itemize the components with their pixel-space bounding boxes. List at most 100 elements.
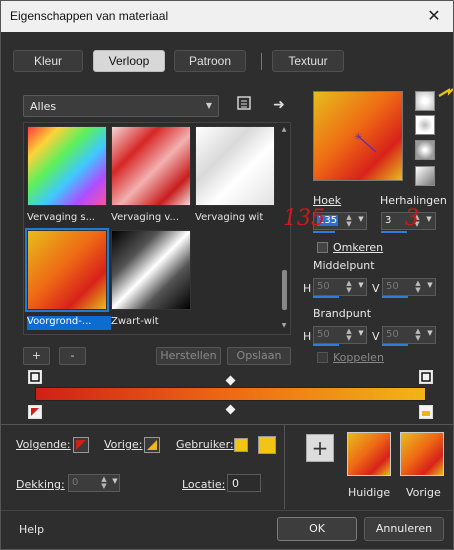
angle-handle-icon: ✳ <box>354 132 377 153</box>
chevron-down-icon[interactable]: ▼ <box>425 329 435 337</box>
prev-color-swatch[interactable] <box>144 437 160 453</box>
spin-arrows-icon[interactable]: ▲ ▼ <box>344 214 354 228</box>
tab-verloop[interactable]: Verloop <box>93 50 165 72</box>
pointer-arrow-icon <box>437 87 454 99</box>
spin-arrows-icon[interactable]: ▲ ▼ <box>413 280 423 294</box>
center-v-slider[interactable] <box>382 296 408 298</box>
repeats-annotation: 3 <box>405 206 419 231</box>
angle-annotation: 135 <box>283 206 325 231</box>
chevron-down-icon[interactable]: ▼ <box>424 215 434 223</box>
chevron-down-icon[interactable]: ▼ <box>356 281 366 289</box>
center-v-value: 50 <box>386 281 399 292</box>
tab-patroon[interactable]: Patroon <box>174 50 246 72</box>
scroll-thumb[interactable] <box>282 270 287 310</box>
opacity-midpoint-marker[interactable] <box>225 375 236 386</box>
top-left-opacity-stop[interactable] <box>28 370 42 384</box>
gradient-gallery: Vervaging s... Vervaging v... Vervaging … <box>23 122 291 335</box>
gallery-caption: Vervaging v... <box>111 212 180 223</box>
save-gradient-button[interactable]: Opslaan <box>227 347 291 365</box>
invert-checkbox[interactable] <box>317 242 328 253</box>
focal-h-spinner[interactable]: 50 ▲ ▼ ▼ <box>313 326 367 344</box>
gradient-preview[interactable]: ✳ <box>313 91 403 181</box>
prev-label: Vorige: <box>104 438 143 451</box>
spin-arrows-icon[interactable]: ▲ ▼ <box>344 280 354 294</box>
footer-divider <box>1 510 453 511</box>
user-color-swatch[interactable] <box>258 436 276 454</box>
center-label: Middelpunt <box>313 259 375 272</box>
top-right-opacity-stop[interactable] <box>419 370 433 384</box>
gradient-thumbnail <box>25 228 109 312</box>
left-color-stop[interactable] <box>28 405 42 419</box>
user-label: Gebruiker: <box>176 438 234 451</box>
link-checkbox[interactable] <box>317 352 328 363</box>
chevron-down-icon[interactable]: ▼ <box>110 477 120 485</box>
help-link[interactable]: Help <box>19 523 44 536</box>
title-bar: Eigenschappen van materiaal ✕ <box>1 1 453 32</box>
location-value: 0 <box>232 477 239 490</box>
focal-v-label: V <box>372 330 380 343</box>
angle-slider[interactable] <box>313 231 335 233</box>
gallery-caption: Vervaging wit <box>195 212 264 223</box>
location-input[interactable]: 0 <box>227 474 261 492</box>
spin-arrows-icon[interactable]: ▲ ▼ <box>344 328 354 342</box>
current-label: Huidige <box>348 486 391 499</box>
section-divider-vertical <box>284 425 285 509</box>
linear-style-button[interactable] <box>415 91 435 111</box>
scroll-up-icon[interactable]: ▲ <box>280 126 288 133</box>
opacity-spinner[interactable]: 0 ▲ ▼ ▼ <box>68 474 120 492</box>
gallery-item-vervaging-wit[interactable]: Vervaging wit <box>195 126 275 223</box>
rectangular-style-button[interactable] <box>415 115 435 135</box>
spin-arrows-icon[interactable]: ▲ ▼ <box>99 476 109 490</box>
gallery-item-voorgrond[interactable]: Voorgrond-... <box>25 228 111 330</box>
center-h-spinner[interactable]: 50 ▲ ▼ ▼ <box>313 278 367 296</box>
next-color-swatch[interactable] <box>73 437 89 453</box>
right-color-stop[interactable] <box>419 405 433 419</box>
focal-h-label: H <box>303 330 312 343</box>
reset-button[interactable]: Herstellen <box>156 347 221 365</box>
chevron-down-icon[interactable]: ▼ <box>356 215 366 223</box>
opacity-label: Dekking: <box>16 478 65 491</box>
gallery-item-vervaging-s[interactable]: Vervaging s... <box>27 126 107 223</box>
window-title: Eigenschappen van materiaal <box>10 9 169 23</box>
opacity-value: 0 <box>72 477 79 488</box>
repeats-slider[interactable] <box>381 231 407 233</box>
gradient-thumbnail <box>195 126 275 206</box>
center-v-spinner[interactable]: 50 ▲ ▼ ▼ <box>382 278 436 296</box>
section-divider <box>1 424 453 425</box>
tab-kleur[interactable]: Kleur <box>13 50 83 72</box>
next-label: Volgende: <box>16 438 71 451</box>
gallery-item-zwart-wit[interactable]: Zwart-wit <box>111 230 191 327</box>
chevron-down-icon[interactable]: ▼ <box>425 281 435 289</box>
center-h-value: 50 <box>317 281 330 292</box>
chevron-down-icon[interactable]: ▼ <box>356 329 366 337</box>
sunburst-style-button[interactable] <box>415 140 435 160</box>
cancel-button[interactable]: Annuleren <box>364 517 444 541</box>
focal-v-slider[interactable] <box>382 344 408 346</box>
user-color-small[interactable] <box>234 438 248 452</box>
radial-style-button[interactable] <box>415 166 435 186</box>
focal-h-value: 50 <box>317 329 330 340</box>
spin-arrows-icon[interactable]: ▲ ▼ <box>413 328 423 342</box>
gallery-item-vervaging-v[interactable]: Vervaging v... <box>111 126 191 223</box>
focal-v-spinner[interactable]: 50 ▲ ▼ ▼ <box>382 326 436 344</box>
center-v-label: V <box>372 282 380 295</box>
color-midpoint-marker[interactable] <box>225 404 236 415</box>
scroll-down-icon[interactable]: ▼ <box>280 322 288 329</box>
close-icon[interactable]: ✕ <box>423 5 445 27</box>
current-material-preview[interactable] <box>347 432 391 476</box>
resource-manager-icon[interactable] <box>234 95 254 115</box>
add-gradient-button[interactable]: + <box>23 347 50 365</box>
category-dropdown[interactable]: Alles ▼ <box>23 95 219 117</box>
tab-textuur[interactable]: Textuur <box>272 50 344 72</box>
previous-material-preview[interactable] <box>400 432 444 476</box>
remove-gradient-button[interactable]: - <box>59 347 86 365</box>
center-h-label: H <box>303 282 312 295</box>
add-to-swatches-button[interactable]: + <box>306 434 334 462</box>
location-label: Locatie: <box>182 478 226 491</box>
center-h-slider[interactable] <box>313 296 339 298</box>
ok-button[interactable]: OK <box>277 517 357 541</box>
repeats-value: 3 <box>385 215 392 226</box>
focal-h-slider[interactable] <box>313 344 339 346</box>
arrow-right-icon[interactable]: ➜ <box>269 95 289 115</box>
gradient-bar[interactable] <box>35 387 426 401</box>
